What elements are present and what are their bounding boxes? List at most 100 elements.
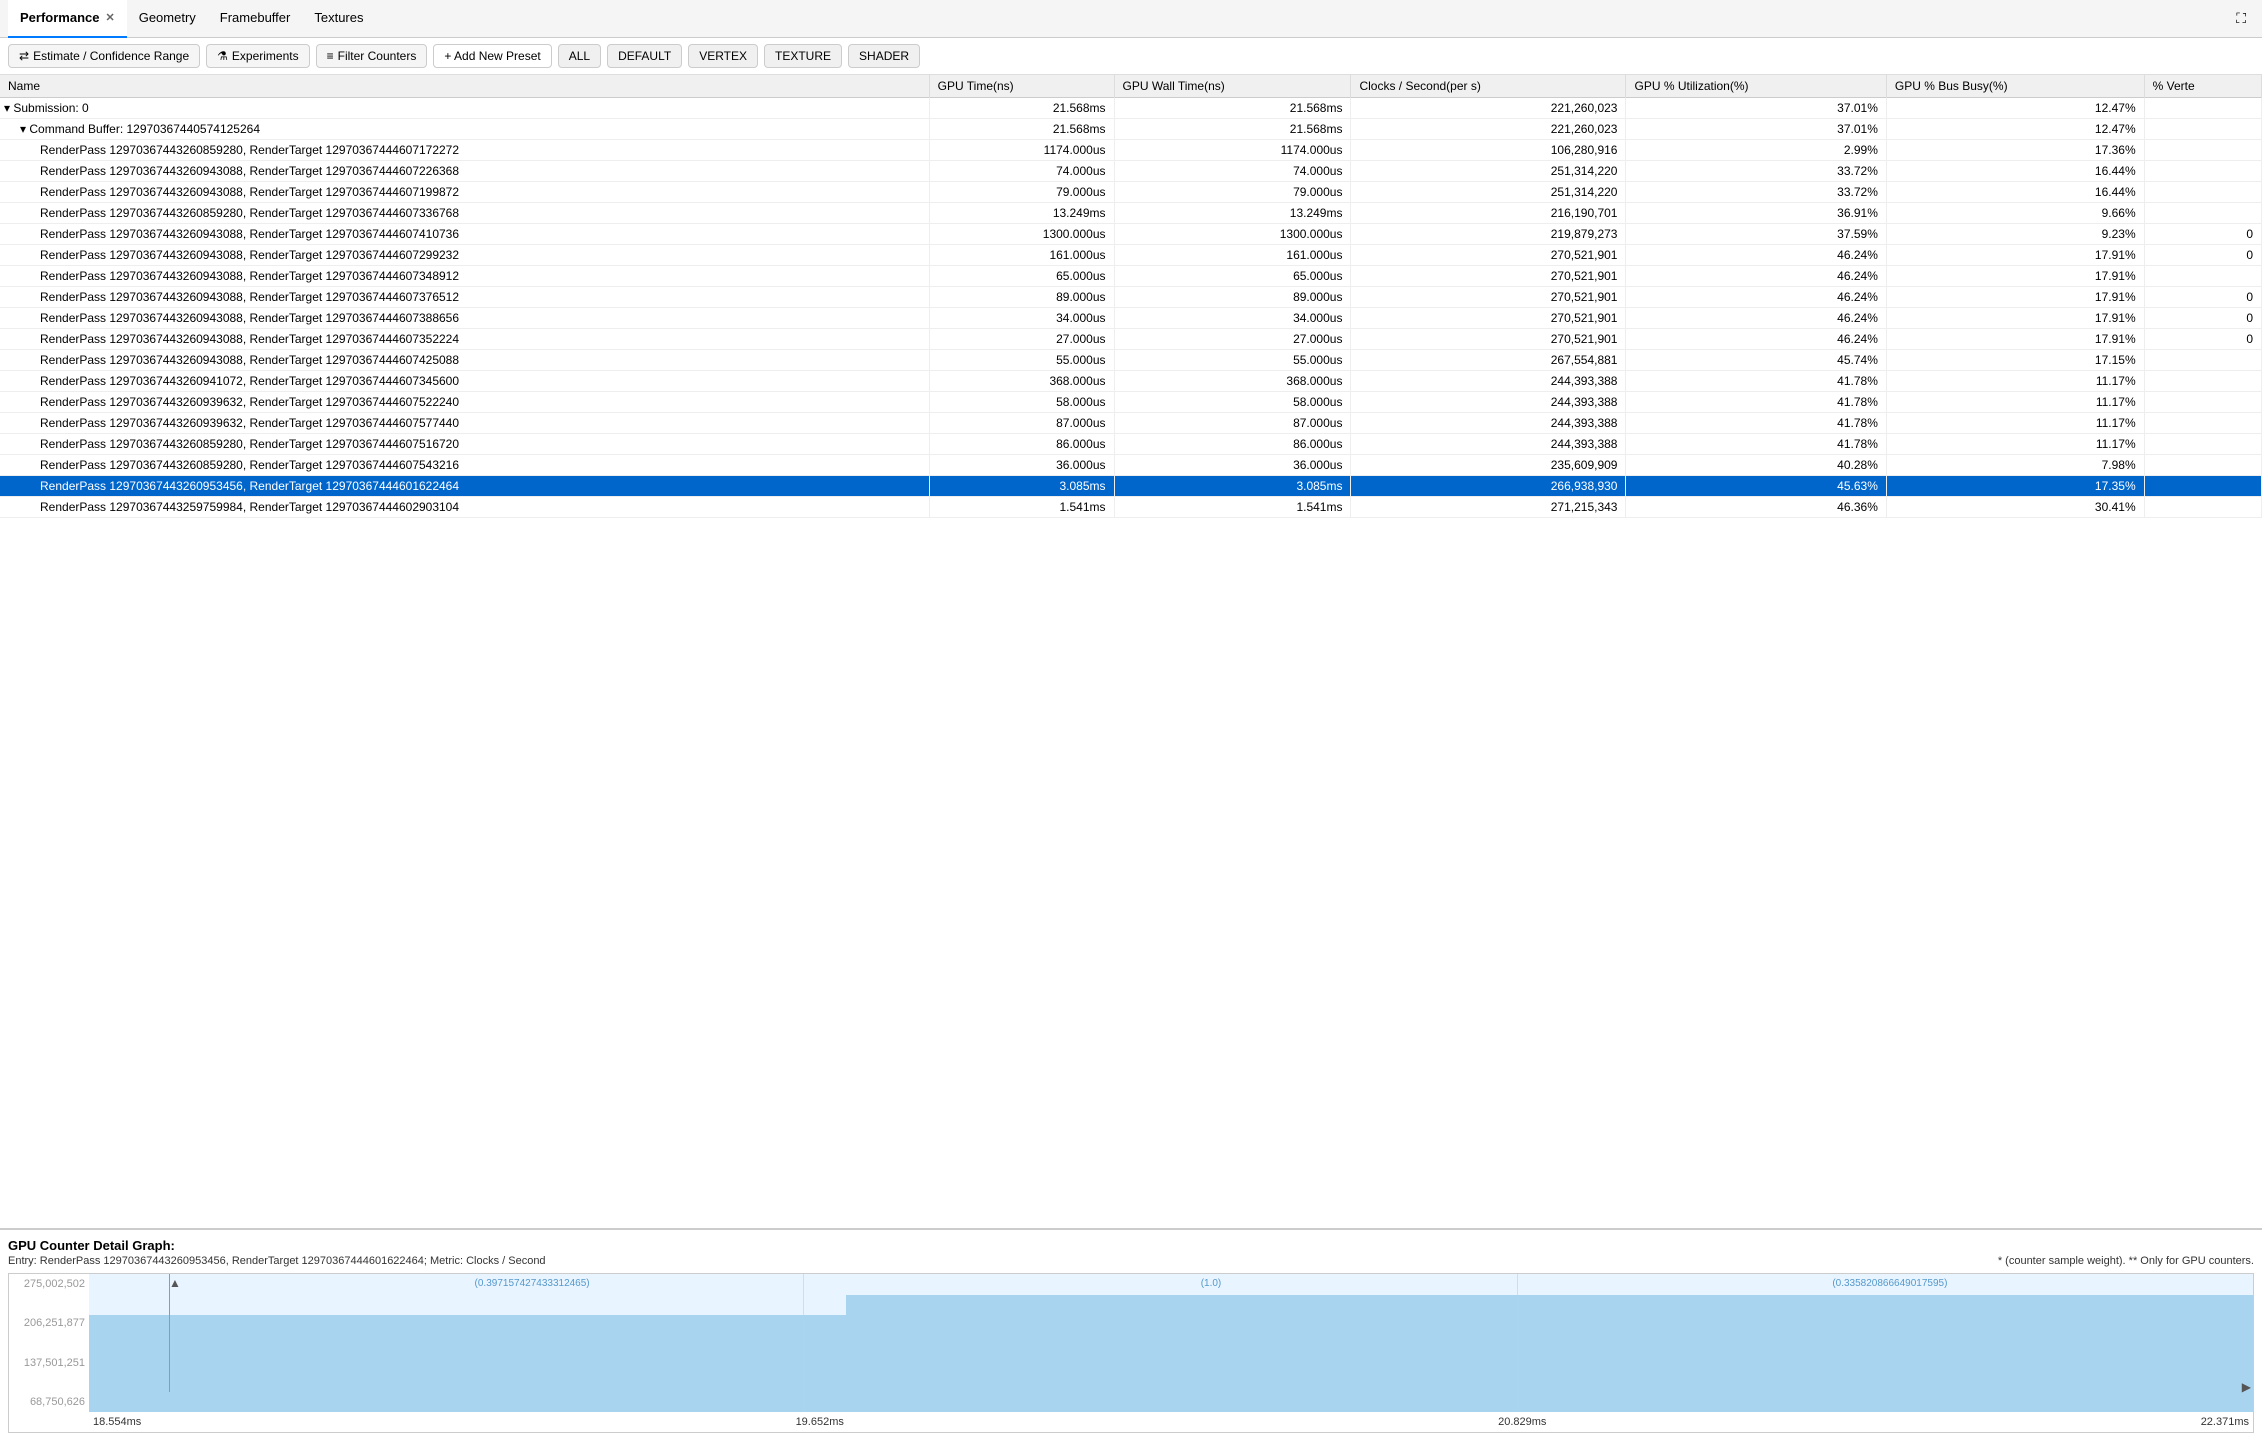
estimate-button[interactable]: ⇄ Estimate / Confidence Range [8, 44, 200, 68]
add-preset-button[interactable]: + Add New Preset [433, 44, 551, 68]
tab-textures[interactable]: Textures [302, 0, 375, 38]
table-row[interactable]: RenderPass 12970367443260939632, RenderT… [0, 413, 2262, 434]
main-area: Name GPU Time(ns) GPU Wall Time(ns) Cloc… [0, 75, 2262, 1441]
cell-verte [2144, 413, 2261, 434]
cell-clocks: 244,393,388 [1351, 371, 1626, 392]
graph-fill-high [846, 1295, 2253, 1412]
cell-gpu-time: 21.568ms [929, 119, 1114, 140]
cell-clocks: 270,521,901 [1351, 245, 1626, 266]
table-row[interactable]: RenderPass 12970367443260943088, RenderT… [0, 329, 2262, 350]
estimate-label: Estimate / Confidence Range [33, 49, 189, 63]
table-row[interactable]: ▾ Submission: 0 21.568ms 21.568ms 221,26… [0, 98, 2262, 119]
graph-canvas: ▲ ▶ (0.397157427433312465) (1.0) (0.3358… [89, 1274, 2253, 1412]
table-row[interactable]: RenderPass 12970367443259759984, RenderT… [0, 497, 2262, 518]
cell-gpu-wall: 1300.000us [1114, 224, 1351, 245]
cell-gpu-util: 46.24% [1626, 329, 1886, 350]
table-row[interactable]: RenderPass 12970367443260859280, RenderT… [0, 140, 2262, 161]
table-row[interactable]: RenderPass 12970367443260943088, RenderT… [0, 287, 2262, 308]
tab-performance[interactable]: Performance ✕ [8, 0, 127, 38]
table-row[interactable]: RenderPass 12970367443260943088, RenderT… [0, 224, 2262, 245]
cell-gpu-time: 13.249ms [929, 203, 1114, 224]
cell-verte [2144, 350, 2261, 371]
cell-gpu-time: 55.000us [929, 350, 1114, 371]
tag-vertex-button[interactable]: VERTEX [688, 44, 758, 68]
col-name[interactable]: Name [0, 75, 929, 98]
table-row[interactable]: RenderPass 12970367443260943088, RenderT… [0, 161, 2262, 182]
cell-gpu-util: 2.99% [1626, 140, 1886, 161]
col-gpu-wall[interactable]: GPU Wall Time(ns) [1114, 75, 1351, 98]
cell-clocks: 270,521,901 [1351, 266, 1626, 287]
col-clocks[interactable]: Clocks / Second(per s) [1351, 75, 1626, 98]
filter-button[interactable]: ≡ Filter Counters [316, 44, 428, 68]
cell-clocks: 270,521,901 [1351, 308, 1626, 329]
table-row[interactable]: RenderPass 12970367443260939632, RenderT… [0, 392, 2262, 413]
tab-framebuffer[interactable]: Framebuffer [208, 0, 303, 38]
cell-gpu-time: 1300.000us [929, 224, 1114, 245]
table-row[interactable]: RenderPass 12970367443260943088, RenderT… [0, 308, 2262, 329]
col-gpu-time[interactable]: GPU Time(ns) [929, 75, 1114, 98]
table-row[interactable]: RenderPass 12970367443260943088, RenderT… [0, 350, 2262, 371]
tab-geometry-label: Geometry [139, 10, 196, 25]
cell-gpu-bus: 11.17% [1886, 413, 2144, 434]
tab-bar: Performance ✕ Geometry Framebuffer Textu… [0, 0, 2262, 38]
cell-gpu-time: 86.000us [929, 434, 1114, 455]
cell-gpu-wall: 55.000us [1114, 350, 1351, 371]
cell-gpu-wall: 34.000us [1114, 308, 1351, 329]
tag-texture-label: TEXTURE [775, 49, 831, 63]
table-row[interactable]: RenderPass 12970367443260943088, RenderT… [0, 182, 2262, 203]
table-body: ▾ Submission: 0 21.568ms 21.568ms 221,26… [0, 98, 2262, 518]
cell-verte [2144, 455, 2261, 476]
cell-name: ▾ Submission: 0 [0, 98, 929, 119]
cell-name: RenderPass 12970367443260953456, RenderT… [0, 476, 929, 497]
tag-default-label: DEFAULT [618, 49, 671, 63]
table-row[interactable]: RenderPass 12970367443260943088, RenderT… [0, 245, 2262, 266]
table-row[interactable]: RenderPass 12970367443260941072, RenderT… [0, 371, 2262, 392]
table-container[interactable]: Name GPU Time(ns) GPU Wall Time(ns) Cloc… [0, 75, 2262, 1229]
table-row[interactable]: RenderPass 12970367443260953456, RenderT… [0, 476, 2262, 497]
cell-gpu-time: 1174.000us [929, 140, 1114, 161]
cell-name: RenderPass 12970367443260943088, RenderT… [0, 308, 929, 329]
tag-default-button[interactable]: DEFAULT [607, 44, 682, 68]
cell-gpu-bus: 17.91% [1886, 245, 2144, 266]
tag-shader-button[interactable]: SHADER [848, 44, 920, 68]
cell-gpu-time: 368.000us [929, 371, 1114, 392]
table-row[interactable]: RenderPass 12970367443260859280, RenderT… [0, 455, 2262, 476]
tab-geometry[interactable]: Geometry [127, 0, 208, 38]
cell-name: RenderPass 12970367443260939632, RenderT… [0, 413, 929, 434]
experiments-button[interactable]: ⚗ Experiments [206, 44, 309, 68]
cell-verte: 0 [2144, 287, 2261, 308]
cell-verte [2144, 203, 2261, 224]
table-row[interactable]: ▾ Command Buffer: 12970367440574125264 2… [0, 119, 2262, 140]
cell-gpu-time: 3.085ms [929, 476, 1114, 497]
graph-title: GPU Counter Detail Graph: [8, 1238, 2254, 1253]
cell-verte [2144, 182, 2261, 203]
tab-framebuffer-label: Framebuffer [220, 10, 291, 25]
cell-gpu-time: 34.000us [929, 308, 1114, 329]
graph-x-labels: 18.554ms 19.652ms 20.829ms 22.371ms [89, 1412, 2253, 1432]
cell-clocks: 270,521,901 [1351, 329, 1626, 350]
col-gpu-bus[interactable]: GPU % Bus Busy(%) [1886, 75, 2144, 98]
graph-area: 275,002,502 206,251,877 137,501,251 68,7… [8, 1273, 2254, 1433]
cell-name: RenderPass 12970367443260943088, RenderT… [0, 266, 929, 287]
tab-performance-close[interactable]: ✕ [105, 11, 114, 24]
cell-gpu-time: 87.000us [929, 413, 1114, 434]
cell-gpu-wall: 21.568ms [1114, 119, 1351, 140]
col-verte[interactable]: % Verte [2144, 75, 2261, 98]
tag-all-button[interactable]: ALL [558, 44, 601, 68]
table-row[interactable]: RenderPass 12970367443260859280, RenderT… [0, 434, 2262, 455]
table-row[interactable]: RenderPass 12970367443260943088, RenderT… [0, 266, 2262, 287]
col-gpu-util[interactable]: GPU % Utilization(%) [1626, 75, 1886, 98]
table-row[interactable]: RenderPass 12970367443260859280, RenderT… [0, 203, 2262, 224]
cell-gpu-wall: 13.249ms [1114, 203, 1351, 224]
cell-gpu-time: 79.000us [929, 182, 1114, 203]
tag-texture-button[interactable]: TEXTURE [764, 44, 842, 68]
x-label-0: 18.554ms [93, 1416, 141, 1428]
cell-clocks: 251,314,220 [1351, 161, 1626, 182]
expand-icon[interactable]: ⛶ [2228, 6, 2254, 31]
cell-gpu-wall: 87.000us [1114, 413, 1351, 434]
cell-gpu-time: 36.000us [929, 455, 1114, 476]
cell-gpu-util: 45.74% [1626, 350, 1886, 371]
cell-name: RenderPass 12970367443260859280, RenderT… [0, 140, 929, 161]
graph-up-arrow: ▲ [169, 1276, 181, 1290]
cell-name: RenderPass 12970367443260943088, RenderT… [0, 224, 929, 245]
